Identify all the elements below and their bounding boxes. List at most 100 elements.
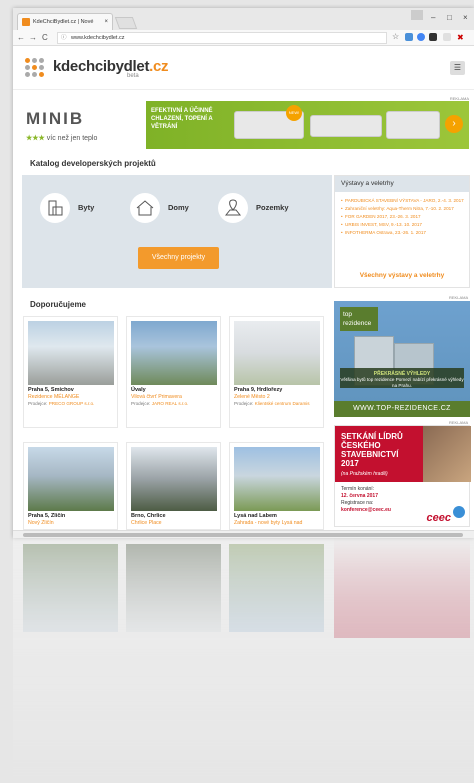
site-header: kdechcibydlet.cz beta ☰ [13,46,474,90]
logo-tld: .cz [149,58,169,75]
category-label: Byty [78,203,95,212]
land-icon [218,193,248,223]
bookmark-star-icon[interactable]: ☆ [392,32,399,41]
extension-icon[interactable]: ✖ [457,33,464,42]
logo-beta: beta [127,73,139,79]
forward-icon[interactable]: → [29,33,37,42]
ad-banner-minib[interactable]: REKLAMA MINIB ★★★ víc než jen teplo EFEK… [18,96,469,149]
project-city: Úvaly [131,387,146,393]
minib-slogan: ★★★ víc než jen teplo [26,135,98,142]
fairs-panel: Výstavy a veletrhy PARDUBICKÁ STAVEBNÍ V… [334,175,470,288]
site-logo[interactable]: kdechcibydlet.cz [53,58,169,75]
project-name[interactable]: Chrlice Place [131,520,162,526]
new-badge: NEW! [286,105,302,121]
project-card[interactable]: Praha 9, Hrdlořezy Zelené Město 2 Prodej… [229,316,324,428]
close-window-icon[interactable]: × [463,13,468,22]
fair-link[interactable]: INFOTHERMA Ostrava, 23.-26. 1. 2017 [341,230,465,236]
minib-logo: MINIB ★★★ víc než jen teplo [18,101,146,149]
favicon-icon [22,18,30,26]
project-card[interactable]: Lysá nad Labem Zahrada - nové byty Lysá … [229,442,324,530]
apartment-icon [40,193,70,223]
extension-icon[interactable] [443,33,451,41]
project-image [234,321,320,385]
logo-dots-icon[interactable] [25,58,45,78]
all-fairs-link[interactable]: Všechny výstavy a veletrhy [335,272,469,279]
profile-icon[interactable] [411,10,423,20]
project-image [28,447,114,511]
project-name[interactable]: Zahrada - nové byty Lysá nad [234,520,302,526]
ad-ceec[interactable]: SETKÁNÍ LÍDRŮ ČESKÉHO STAVEBNICTVÍ 2017(… [334,425,471,527]
chat-icon[interactable] [453,506,465,518]
project-card[interactable]: Brno, Chrlice Chrlice Place [126,442,221,530]
arrow-right-icon[interactable]: › [445,115,463,133]
ad-top-rezidence[interactable]: top rezidence PŘEKRÁSNÉ VÝHLEDY Většina b… [334,301,470,417]
extension-icon[interactable] [417,33,425,41]
tab-title: KdeChciBydlet.cz | Nové [33,19,94,25]
radiator-image [386,111,440,139]
project-name[interactable]: Nový Zličín [28,520,54,526]
browser-tab[interactable]: KdeChciBydlet.cz | Nové × [17,13,113,30]
top-rezidence-text: PŘEKRÁSNÉ VÝHLEDY Většina bytů top rezide… [340,368,464,388]
project-developer: Prodejce: Klientské centrum Daramis [234,401,310,406]
new-tab-button[interactable] [114,17,138,29]
top-rezidence-logo: top rezidence [340,307,378,331]
tab-close-icon[interactable]: × [104,14,108,30]
ceec-image [423,426,471,482]
project-image [234,447,320,511]
url-text: www.kdechcibydlet.cz [71,35,125,41]
fair-link[interactable]: Zahraniční veletrhy: Aqua-Therm Nitra, 7… [341,206,465,212]
project-image [131,321,217,385]
url-field[interactable]: ⓘ www.kdechcibydlet.cz [57,32,387,44]
reload-icon[interactable]: C [42,33,48,42]
address-bar-row: ← → C ⓘ www.kdechcibydlet.cz ☆ ✖ [13,30,474,46]
house-icon [130,193,160,223]
catalog-title: Katalog developerských projektů [30,159,156,168]
project-name[interactable]: Vilová čtvrť Primavera [131,394,182,400]
all-projects-button[interactable]: Všechny projekty [138,247,219,269]
ad-headline: EFEKTIVNÍ A ÚČINNÉ CHLAZENÍ, TOPENÍ A VĚ… [151,108,213,130]
ceec-info: Termín konání: 12. června 2017 Registrace … [341,486,391,513]
project-city: Praha 5, Zličín [28,513,66,519]
project-image [28,321,114,385]
hamburger-icon: ☰ [453,63,462,72]
fair-link[interactable]: FOR GARDEN 2017, 23.-26. 3. 2017 [341,214,465,220]
horizontal-scrollbar[interactable] [13,530,474,538]
catalog-panel: Byty Domy Pozemky Všechny projekty [22,175,332,288]
minimize-icon[interactable]: – [431,13,435,22]
project-city: Praha 9, Hrdlořezy [234,387,283,393]
project-card[interactable]: Praha 5, Smíchov Rezidence MÉLANGE Prode… [23,316,118,428]
category-label: Domy [168,203,189,212]
project-name[interactable]: Zelené Město 2 [234,394,270,400]
ad-label: REKLAMA [449,295,469,300]
maximize-icon[interactable]: □ [447,13,452,22]
project-developer: Prodejce: JARO REAL s.r.o. [131,401,189,406]
project-card[interactable]: Úvaly Vilová čtvrť Primavera Prodejce: J… [126,316,221,428]
project-developer: Prodejce: PRECO GROUP s.r.o. [28,401,95,406]
fair-link[interactable]: URBIS INVEST, MSV, 9.-13. 10. 2017 [341,222,465,228]
convector-image [310,115,382,137]
project-city: Praha 5, Smíchov [28,387,74,393]
top-rezidence-url: WWW.TOP-REZIDENCE.CZ [334,401,470,417]
recommended-title: Doporučujeme [30,300,87,309]
fairs-title: Výstavy a veletrhy [335,176,469,192]
ad-green-panel: EFEKTIVNÍ A ÚČINNÉ CHLAZENÍ, TOPENÍ A VĚ… [146,101,469,149]
tab-bar: KdeChciBydlet.cz | Nové × – □ × [13,8,474,30]
ceec-title: SETKÁNÍ LÍDRŮ ČESKÉHO STAVEBNICTVÍ 2017(… [335,426,423,482]
project-name[interactable]: Rezidence MÉLANGE [28,394,79,400]
fairs-list: PARDUBICKÁ STAVEBNÍ VÝSTAVA - JARO, 2.-4… [335,192,469,236]
category-label: Pozemky [256,203,289,212]
project-image [131,447,217,511]
project-card[interactable]: Praha 5, Zličín Nový Zličín [23,442,118,530]
back-icon[interactable]: ← [17,33,25,42]
ceec-logo: ceec [426,512,451,524]
hamburger-menu-button[interactable]: ☰ [450,61,465,75]
window-reflection [13,538,474,783]
minib-brand: MINIB [26,109,85,128]
info-icon: ⓘ [61,35,67,41]
extension-icon[interactable] [429,33,437,41]
ad-label: REKLAMA [449,420,469,425]
extension-icon[interactable] [405,33,413,41]
project-city: Brno, Chrlice [131,513,166,519]
project-city: Lysá nad Labem [234,513,277,519]
fair-link[interactable]: PARDUBICKÁ STAVEBNÍ VÝSTAVA - JARO, 2.-4… [341,198,465,204]
